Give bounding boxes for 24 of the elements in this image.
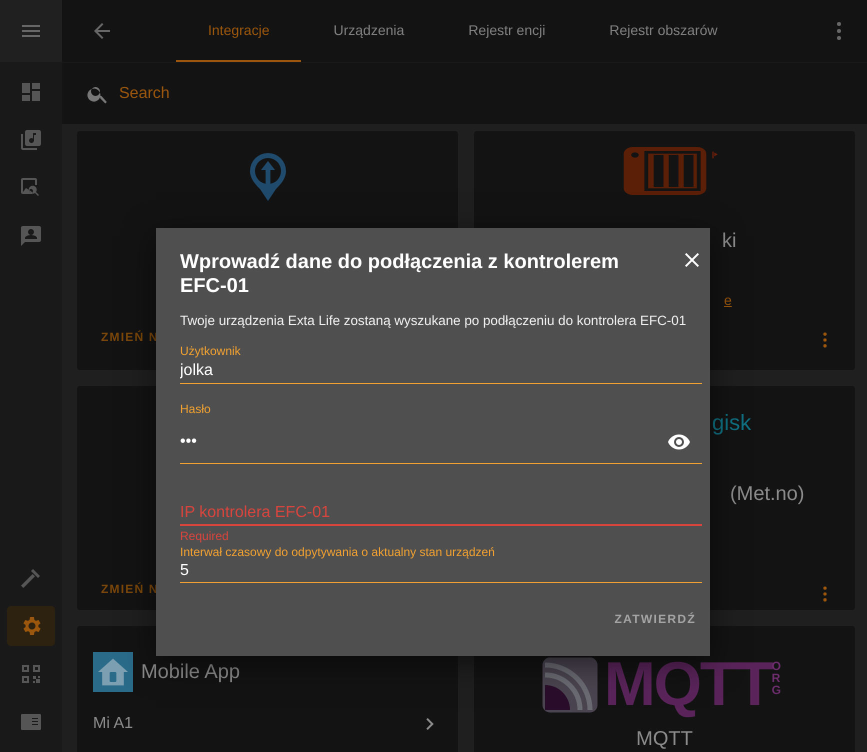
field-label: Interwał czasowy do odpytywania o aktualny stan urządzeń <box>180 545 496 560</box>
card-title: ki <box>722 229 736 254</box>
tab[interactable]: Rejestr encji <box>436 0 578 62</box>
list-item[interactable]: Mi A1 <box>77 704 458 736</box>
list-item-text: Mi A1 <box>93 714 134 734</box>
field-label: Hasło <box>180 402 212 416</box>
card-title: MQTT <box>636 727 693 752</box>
tab[interactable]: Rejestr obszarów <box>577 0 750 62</box>
error-message: Required <box>180 529 230 544</box>
logo-text: MQTT <box>604 654 772 716</box>
brand-name: gisk <box>712 409 752 437</box>
card-title: (Met.no) <box>730 482 804 507</box>
search-bar[interactable]: Search <box>62 62 867 124</box>
dialog-description: Twoje urządzenia Exta Life zostaną wyszukane po podłączeniu do kontrolera EFC-01 <box>180 312 686 330</box>
tab[interactable]: Urządzenia <box>301 0 436 62</box>
submit-button[interactable]: ZATWIERDŹ <box>608 609 702 630</box>
search-field[interactable]: Search <box>117 80 417 106</box>
field-label: Użytkownik <box>180 344 242 358</box>
input-field[interactable]: 5 <box>180 559 702 584</box>
logo-text: ORG <box>772 660 782 696</box>
card-link[interactable]: e <box>724 290 732 311</box>
input-field[interactable]: IP kontrolera EFC-01 <box>180 502 702 526</box>
card-title: Mobile App <box>141 660 240 685</box>
dialog-title: Wprowadź dane do podłączenia z kontrolerem EFC-01 <box>180 250 620 298</box>
